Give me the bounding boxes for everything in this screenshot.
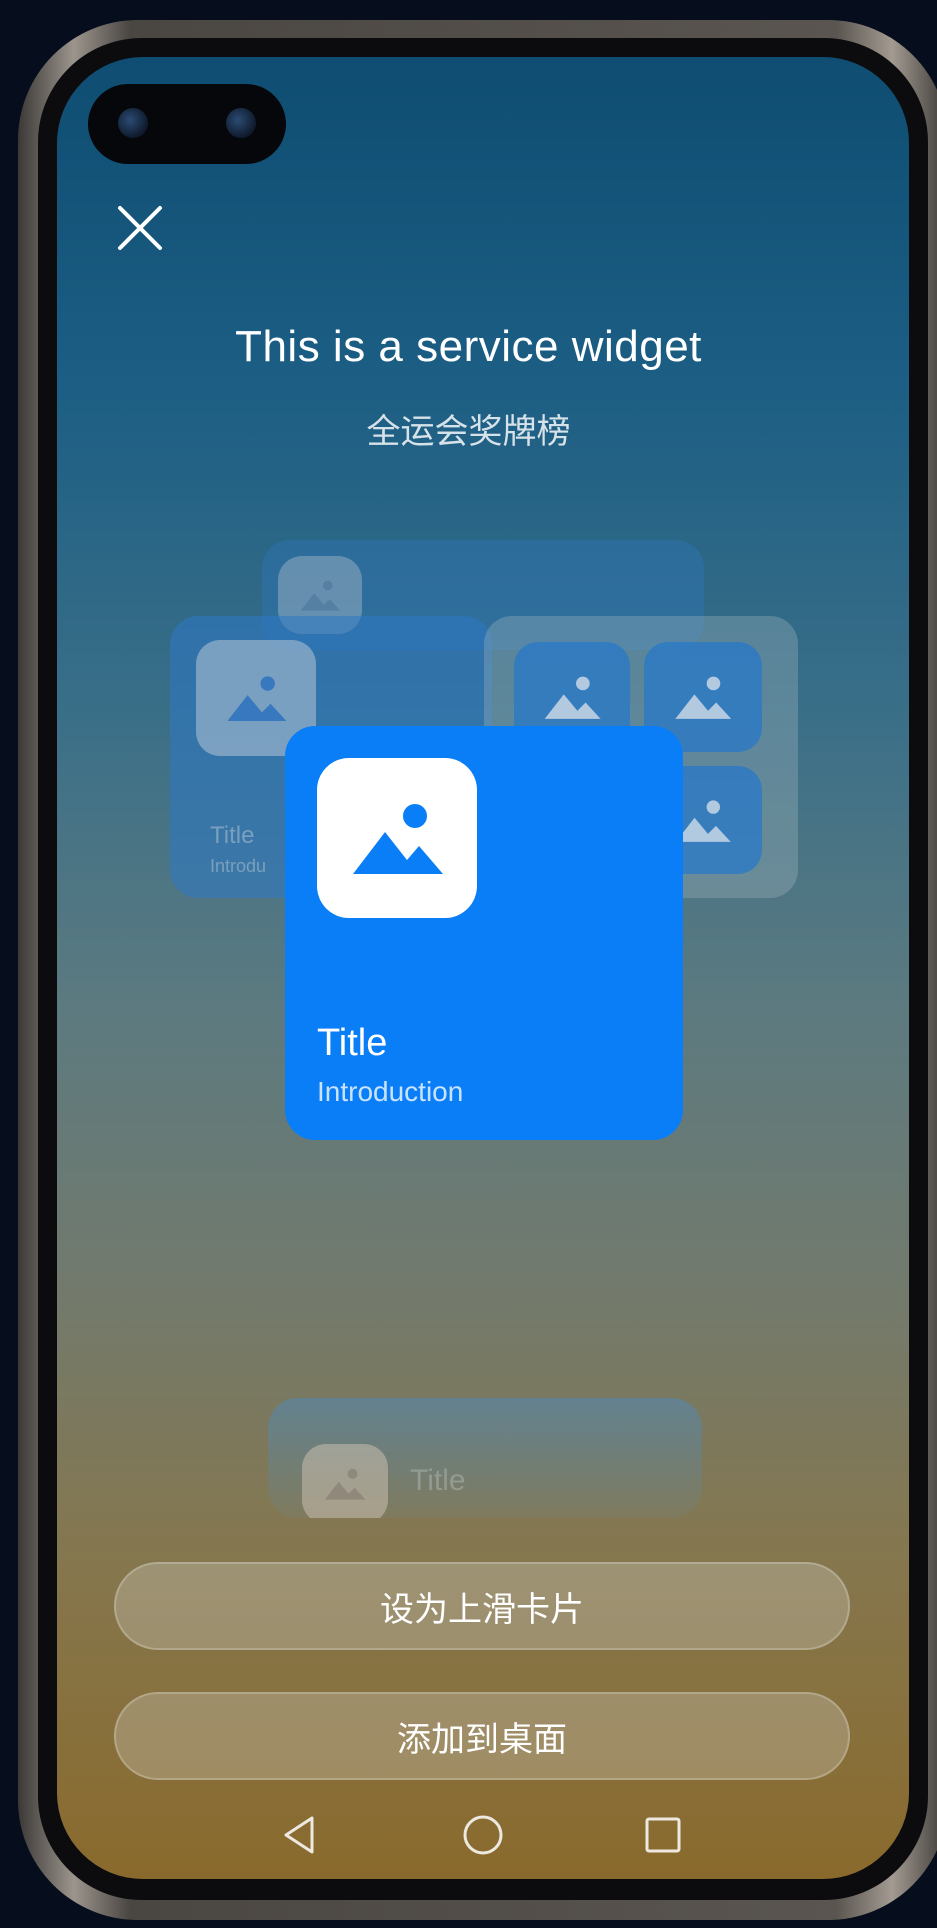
service-widget-card[interactable]: Title Introduction [285, 726, 683, 1140]
back-button[interactable] [276, 1810, 326, 1860]
image-icon [302, 1444, 388, 1518]
preview-title: Title [410, 1464, 466, 1497]
add-to-desktop-button[interactable]: 添加到桌面 [114, 1692, 850, 1780]
widget-title: Title [317, 1022, 388, 1064]
widget-image-tile [317, 758, 477, 918]
close-icon [118, 206, 162, 250]
back-icon [284, 1816, 314, 1854]
image-icon [353, 804, 443, 874]
close-button[interactable] [112, 200, 168, 256]
camera-lens-icon [226, 108, 256, 138]
widget-introduction: Introduction [317, 1076, 464, 1107]
page-title: This is a service widget [235, 322, 702, 371]
navigation-bar [0, 1800, 937, 1870]
recents-icon [645, 1817, 681, 1853]
page-subtitle: 全运会奖牌榜 [366, 412, 571, 452]
set-swipe-card-button[interactable]: 设为上滑卡片 [114, 1562, 850, 1650]
home-icon [463, 1815, 503, 1855]
preview-intro: Introdu [210, 856, 267, 876]
home-button[interactable] [458, 1810, 508, 1860]
camera-lens-icon [118, 108, 148, 138]
front-camera-cutout [88, 84, 286, 164]
recents-button[interactable] [638, 1810, 688, 1860]
background-widget-preview-small: Title [268, 1398, 702, 1518]
preview-title: Title [210, 822, 255, 849]
